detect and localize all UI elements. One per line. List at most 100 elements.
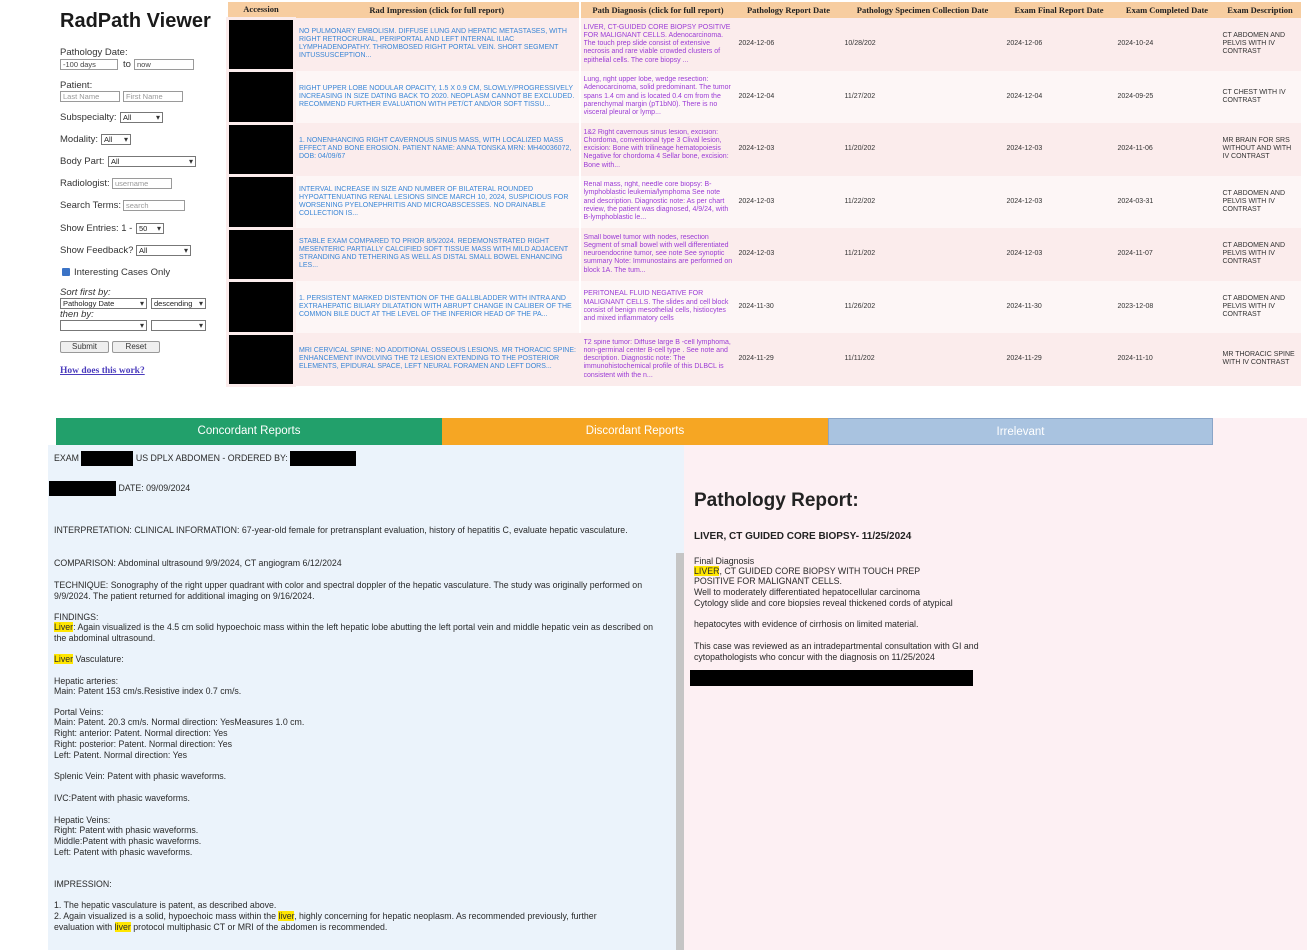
impression-label: IMPRESSION: <box>54 879 112 889</box>
exam-description: CT ABDOMEN AND PELVIS WITH IV CONTRAST <box>1219 18 1301 71</box>
sort-first-select[interactable]: Pathology Date <box>60 298 147 309</box>
then-by-select[interactable] <box>60 320 147 331</box>
col-path-report-date[interactable]: Pathology Report Date <box>735 2 842 18</box>
path-line-6: This case was reviewed as an intradepart… <box>694 641 979 651</box>
rad-impression-cell[interactable]: 1. PERSISTENT MARKED DISTENTION OF THE G… <box>294 280 581 333</box>
search-input[interactable]: search <box>123 200 185 211</box>
rad-impression-link[interactable]: RIGHT UPPER LOBE NODULAR OPACITY, 1.5 X … <box>299 85 576 109</box>
exam-description: CT ABDOMEN AND PELVIS WITH IV CONTRAST <box>1219 280 1301 333</box>
table-row[interactable]: NO PULMONARY EMBOLISM. DIFFUSE LUNG AND … <box>226 16 1301 72</box>
path-diagnosis-link[interactable]: 1&2 Right cavernous sinus lesion, excisi… <box>584 129 733 170</box>
table-row[interactable]: INTERVAL INCREASE IN SIZE AND NUMBER OF … <box>226 174 1301 230</box>
exam-final-report-date: 2024-12-03 <box>1003 175 1115 228</box>
subspecialty-select[interactable]: All <box>120 112 163 123</box>
table-row[interactable]: 1. NONENHANCING RIGHT CAVERNOUS SINUS MA… <box>226 121 1301 177</box>
patient-label: Patient: <box>60 80 93 91</box>
radiology-report-panel: EXAM US DPLX ABDOMEN - ORDERED BY: DATE:… <box>48 445 684 950</box>
show-feedback-select[interactable]: All <box>136 245 191 256</box>
pathology-report-subtitle: LIVER, CT GUIDED CORE BIOPSY- 11/25/2024 <box>694 531 912 542</box>
sort-order-select[interactable]: descending <box>151 298 206 309</box>
rad-impression-link[interactable]: 1. NONENHANCING RIGHT CAVERNOUS SINUS MA… <box>299 137 576 161</box>
accession-redacted <box>226 226 296 282</box>
date-to-input[interactable]: now <box>134 59 194 70</box>
exam-completed-date: 2024-09-25 <box>1114 70 1220 123</box>
rad-impression-cell[interactable]: 1. NONENHANCING RIGHT CAVERNOUS SINUS MA… <box>294 123 581 176</box>
rad-impression-cell[interactable]: NO PULMONARY EMBOLISM. DIFFUSE LUNG AND … <box>294 18 581 71</box>
body-part-select[interactable]: All <box>108 156 196 167</box>
path-diagnosis-link[interactable]: T2 spine tumor: Diffuse large B -cell ly… <box>584 339 733 380</box>
show-entries-select[interactable]: 50 <box>136 223 164 234</box>
show-entries-label: Show Entries: 1 - <box>60 223 133 234</box>
findings-body: : Again visualized is the 4.5 cm solid h… <box>54 622 654 643</box>
portal-vein-main: Main: Patent. 20.3 cm/s. Normal directio… <box>54 717 305 727</box>
path-diagnosis-link[interactable]: Renal mass, right, needle core biopsy: B… <box>584 181 733 222</box>
path-diagnosis-cell[interactable]: Lung, right upper lobe, wedge resection:… <box>580 70 736 123</box>
col-exam-final-report-date[interactable]: Exam Final Report Date <box>1003 2 1115 18</box>
comparison-text: COMPARISON: Abdominal ultrasound 9/9/202… <box>54 558 342 568</box>
path-diagnosis-link[interactable]: Small bowel tumor with nodes, resection … <box>584 234 733 275</box>
rad-impression-link[interactable]: NO PULMONARY EMBOLISM. DIFFUSE LUNG AND … <box>299 28 576 60</box>
col-specimen-collection-date[interactable]: Pathology Specimen Collection Date <box>841 2 1004 18</box>
tab-concordant[interactable]: Concordant Reports <box>56 418 442 445</box>
path-diagnosis-link[interactable]: Lung, right upper lobe, wedge resection:… <box>584 76 733 117</box>
path-diagnosis-cell[interactable]: LIVER, CT-GUIDED CORE BIOPSY POSITIVE FO… <box>580 18 736 71</box>
rad-impression-link[interactable]: 1. PERSISTENT MARKED DISTENTION OF THE G… <box>299 295 576 319</box>
table-row[interactable]: MRI CERVICAL SPINE: NO ADDITIONAL OSSEOU… <box>226 331 1301 387</box>
submit-button[interactable]: Submit <box>60 341 109 353</box>
redacted-block <box>49 481 116 496</box>
vasculature-label: Vasculature: <box>73 654 124 664</box>
interesting-checkbox[interactable] <box>62 268 70 276</box>
path-report-date: 2024-11-29 <box>735 333 842 386</box>
reset-button[interactable]: Reset <box>112 341 160 353</box>
rad-impression-cell[interactable]: STABLE EXAM COMPARED TO PRIOR 8/5/2024. … <box>294 228 581 281</box>
last-name-input[interactable]: Last Name <box>60 91 120 102</box>
first-name-input[interactable]: First Name <box>123 91 183 102</box>
results-table: Accession Rad Impression (click for full… <box>226 2 1302 387</box>
path-diagnosis-cell[interactable]: 1&2 Right cavernous sinus lesion, excisi… <box>580 123 736 176</box>
path-report-date: 2024-12-06 <box>735 18 842 71</box>
then-by-label: then by: <box>60 309 94 320</box>
specimen-collection-date: 11/11/202 <box>841 333 1004 386</box>
radiologist-input[interactable]: username <box>112 178 172 189</box>
then-by-order-select[interactable] <box>151 320 206 331</box>
rad-impression-link[interactable]: STABLE EXAM COMPARED TO PRIOR 8/5/2024. … <box>299 238 576 270</box>
rad-impression-cell[interactable]: INTERVAL INCREASE IN SIZE AND NUMBER OF … <box>294 175 581 228</box>
specimen-collection-date: 11/26/202 <box>841 280 1004 333</box>
col-accession[interactable]: Accession <box>227 2 295 18</box>
exam-description: CT ABDOMEN AND PELVIS WITH IV CONTRAST <box>1219 228 1301 281</box>
date-from-input[interactable]: -100 days <box>60 59 118 70</box>
accession-redacted <box>226 174 296 230</box>
sort-first-label: Sort first by: <box>60 287 111 298</box>
modality-select[interactable]: All <box>101 134 131 145</box>
exam-final-report-date: 2024-11-30 <box>1003 280 1115 333</box>
date-line: DATE: 09/09/2024 <box>49 481 190 496</box>
subspecialty-label: Subspecialty: <box>60 112 117 123</box>
path-diagnosis-cell[interactable]: Small bowel tumor with nodes, resection … <box>580 228 736 281</box>
portal-vein-right-posterior: Right: posterior: Patent. Normal directi… <box>54 739 232 749</box>
rad-impression-cell[interactable]: MRI CERVICAL SPINE: NO ADDITIONAL OSSEOU… <box>294 333 581 386</box>
col-path-diagnosis[interactable]: Path Diagnosis (click for full report) <box>580 2 736 18</box>
rad-impression-link[interactable]: MRI CERVICAL SPINE: NO ADDITIONAL OSSEOU… <box>299 347 578 371</box>
path-diagnosis-cell[interactable]: PERITONEAL FLUID NEGATIVE FOR MALIGNANT … <box>580 280 736 333</box>
tab-discordant[interactable]: Discordant Reports <box>442 418 828 445</box>
impression-2: 2. Again visualized is a solid, hypoecho… <box>54 911 597 922</box>
ivc: IVC:Patent with phasic waveforms. <box>54 793 190 803</box>
col-rad-impression[interactable]: Rad Impression (click for full report) <box>294 2 581 18</box>
table-row[interactable]: STABLE EXAM COMPARED TO PRIOR 8/5/2024. … <box>226 226 1301 282</box>
rad-impression-cell[interactable]: RIGHT UPPER LOBE NODULAR OPACITY, 1.5 X … <box>294 70 581 123</box>
path-diagnosis-cell[interactable]: Renal mass, right, needle core biopsy: B… <box>580 175 736 228</box>
impression-2-start: 2. Again visualized is a solid, hypoecho… <box>54 911 276 921</box>
path-line-1: LIVER, CT GUIDED CORE BIOPSY WITH TOUCH … <box>694 566 920 576</box>
col-exam-completed-date[interactable]: Exam Completed Date <box>1114 2 1220 18</box>
search-terms-label: Search Terms: <box>60 200 122 211</box>
col-exam-description[interactable]: Exam Description <box>1219 2 1301 18</box>
tab-irrelevant[interactable]: Irrelevant <box>828 418 1213 445</box>
table-row[interactable]: RIGHT UPPER LOBE NODULAR OPACITY, 1.5 X … <box>226 69 1301 125</box>
rad-impression-link[interactable]: INTERVAL INCREASE IN SIZE AND NUMBER OF … <box>299 186 576 218</box>
path-diagnosis-cell[interactable]: T2 spine tumor: Diffuse large B -cell ly… <box>580 333 736 386</box>
how-does-this-work-link[interactable]: How does this work? <box>60 366 145 376</box>
table-row[interactable]: 1. PERSISTENT MARKED DISTENTION OF THE G… <box>226 279 1301 335</box>
path-diagnosis-link[interactable]: PERITONEAL FLUID NEGATIVE FOR MALIGNANT … <box>584 290 733 323</box>
report-scrollbar[interactable] <box>676 553 684 950</box>
path-diagnosis-link[interactable]: LIVER, CT-GUIDED CORE BIOPSY POSITIVE FO… <box>584 24 733 65</box>
